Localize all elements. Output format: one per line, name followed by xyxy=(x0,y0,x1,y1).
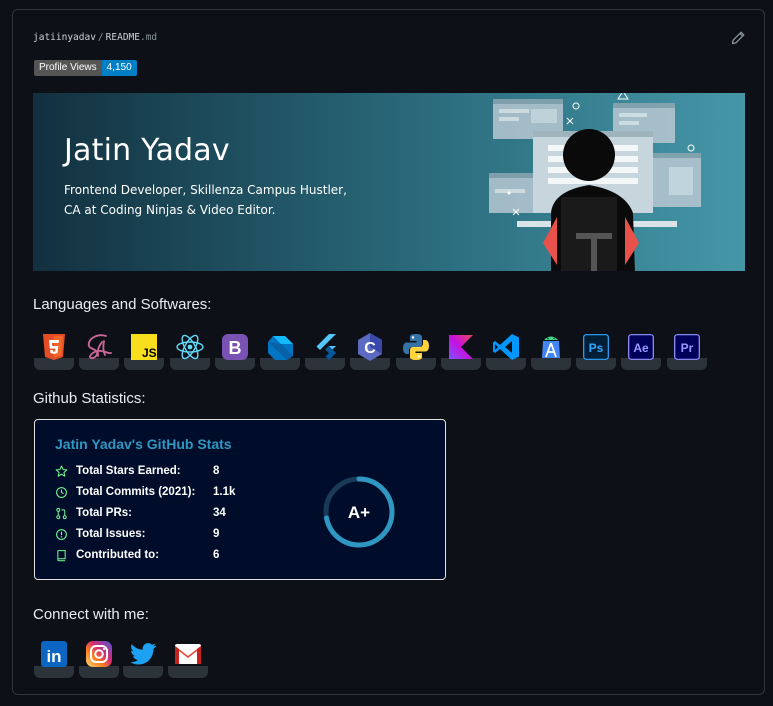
social-links: in xyxy=(33,638,211,678)
tool-premiere[interactable]: Pr xyxy=(666,328,708,370)
stat-row-issues: Total Issues: 9 xyxy=(55,526,219,542)
svg-text:B: B xyxy=(228,338,241,358)
social-linkedin[interactable]: in xyxy=(33,638,75,678)
gmail-icon xyxy=(174,644,201,664)
stat-value: 9 xyxy=(213,528,220,540)
twitter-icon xyxy=(130,643,156,665)
stat-value: 6 xyxy=(213,549,220,561)
file-name: README xyxy=(105,32,140,43)
tool-bootstrap[interactable]: B xyxy=(214,328,256,370)
tool-c[interactable]: C xyxy=(349,328,391,370)
premiere-icon: Pr xyxy=(673,334,700,360)
readme-card: jatiinyadav / README.md Profile Views 4,15… xyxy=(12,9,765,695)
stat-row-prs: Total PRs: 34 xyxy=(55,505,226,521)
linkedin-icon: in xyxy=(41,641,67,667)
social-instagram[interactable] xyxy=(78,638,120,678)
banner-illustration xyxy=(33,93,745,271)
tool-flutter[interactable] xyxy=(304,328,346,370)
github-stats-card: Jatin Yadav's GitHub Stats Total Stars E… xyxy=(34,419,446,580)
stat-label: Total Commits (2021): xyxy=(76,486,196,498)
tool-kotlin[interactable] xyxy=(440,328,482,370)
stat-value: 34 xyxy=(213,507,226,519)
tool-dart[interactable] xyxy=(259,328,301,370)
svg-text:JS: JS xyxy=(142,346,157,360)
stats-title: Jatin Yadav's GitHub Stats xyxy=(55,436,232,452)
instagram-icon xyxy=(85,641,112,667)
file-extension: .md xyxy=(139,32,158,43)
banner-subtitle-line2: CA at Coding Ninjas & Video Editor. xyxy=(64,203,276,217)
stat-label: Total PRs: xyxy=(76,507,133,519)
svg-text:Ps: Ps xyxy=(589,341,604,355)
pencil-icon xyxy=(731,31,745,45)
android-studio-icon xyxy=(542,336,561,358)
stat-value: 8 xyxy=(213,465,220,477)
bootstrap-icon: B xyxy=(221,334,248,360)
svg-text:Pr: Pr xyxy=(680,341,693,355)
tool-react[interactable] xyxy=(169,328,211,370)
tool-photoshop[interactable]: Ps xyxy=(575,328,617,370)
pull-request-icon xyxy=(56,507,67,519)
history-icon xyxy=(56,486,67,498)
star-icon xyxy=(55,464,68,477)
c-icon: C xyxy=(358,333,383,361)
stat-row-commits: Total Commits (2021): 1.1k xyxy=(55,484,235,500)
svg-text:Ae: Ae xyxy=(634,341,650,355)
flutter-icon xyxy=(316,334,337,360)
banner-subtitle-line1: Frontend Developer, Skillenza Campus Hus… xyxy=(64,183,347,197)
sass-icon xyxy=(88,334,113,360)
connect-heading: Connect with me: xyxy=(33,606,149,623)
issue-icon xyxy=(56,528,67,540)
python-icon xyxy=(402,334,429,360)
tool-html5[interactable] xyxy=(33,328,75,370)
stat-row-contributed: Contributed to: 6 xyxy=(55,547,219,563)
badge-count: 4,150 xyxy=(101,60,137,76)
rank-circle: A+ xyxy=(323,476,395,548)
tool-sass[interactable] xyxy=(78,328,120,370)
stat-label: Total Issues: xyxy=(76,528,146,540)
tool-javascript[interactable]: JS xyxy=(123,328,165,370)
stat-label: Total Stars Earned: xyxy=(76,465,181,477)
rank-grade: A+ xyxy=(348,503,370,522)
react-icon xyxy=(175,334,204,360)
stat-label: Contributed to: xyxy=(76,549,160,561)
stat-value: 1.1k xyxy=(213,486,236,498)
github-stats-heading: Github Statistics: xyxy=(33,390,146,407)
social-twitter[interactable] xyxy=(122,638,164,678)
languages-heading: Languages and Softwares: xyxy=(33,296,212,313)
svg-text:in: in xyxy=(46,647,61,666)
tool-vscode[interactable] xyxy=(485,328,527,370)
html5-icon xyxy=(43,334,65,360)
vscode-icon xyxy=(492,334,519,360)
social-gmail[interactable] xyxy=(167,638,209,678)
badge-label: Profile Views xyxy=(34,60,102,76)
profile-views-badge: Profile Views 4,150 xyxy=(34,60,137,76)
stat-row-stars: Total Stars Earned: 8 xyxy=(55,463,219,479)
repo-owner[interactable]: jatiinyadav xyxy=(33,32,96,43)
path-separator: / xyxy=(97,32,104,43)
edit-button[interactable] xyxy=(730,30,746,46)
tool-android-studio[interactable] xyxy=(530,328,572,370)
javascript-icon: JS xyxy=(131,334,158,360)
repo-icon xyxy=(57,549,66,561)
svg-text:C: C xyxy=(365,340,377,357)
dart-icon xyxy=(267,336,293,360)
tool-python[interactable] xyxy=(395,328,437,370)
file-path: jatiinyadav / README.md xyxy=(33,32,157,43)
profile-banner: Jatin Yadav Frontend Developer, Skillenz… xyxy=(33,93,745,271)
tool-after-effects[interactable]: Ae xyxy=(620,328,662,370)
kotlin-icon xyxy=(448,335,473,359)
after-effects-icon: Ae xyxy=(628,334,655,360)
photoshop-icon: Ps xyxy=(583,334,610,360)
banner-name: Jatin Yadav xyxy=(64,133,230,168)
tools-list: JS B C Ps Ae Pr xyxy=(33,328,711,370)
